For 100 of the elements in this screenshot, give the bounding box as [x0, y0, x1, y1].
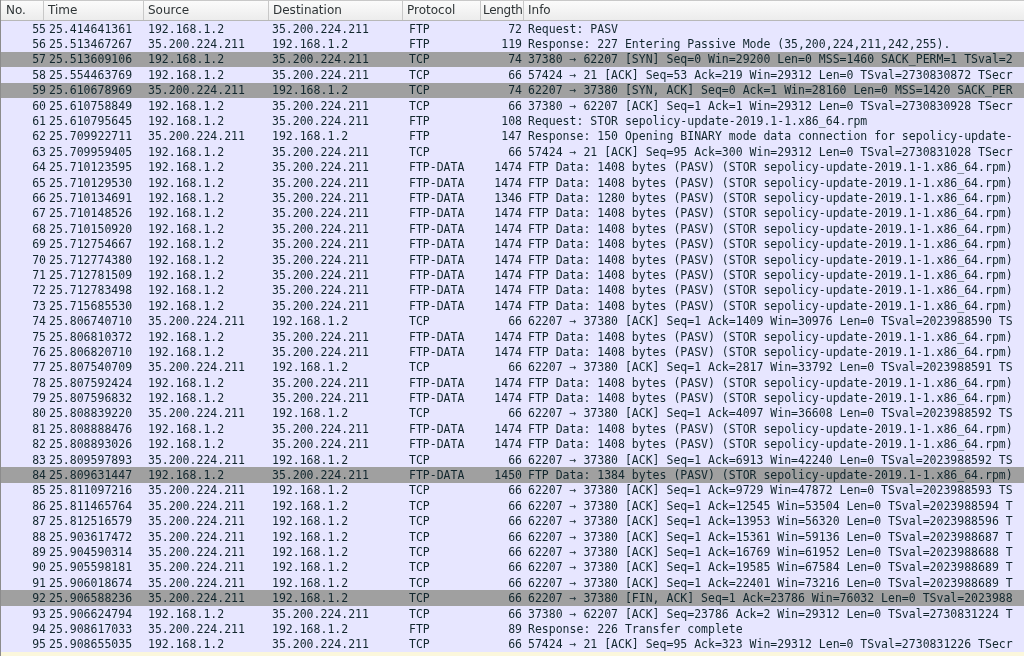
packet-row[interactable]: 91 25.906018674 35.200.224.211 192.168.1.2 TCP 66 62207 → 37380 [ACK] Seq=1 Ack=22401 Win=73216 Len=0 TSval=2023988689 T — [1, 575, 1024, 591]
packet-number: 87 — [32, 514, 46, 529]
packet-length: 74 — [508, 83, 523, 98]
protocol-name: FTP-DATA — [408, 468, 466, 482]
packet-info: 62207 → 37380 [ACK] Seq=1 Ack=4097 Win=36608 Len=0 TSval=2023988592 TS — [527, 406, 1013, 421]
packet-number: 90 — [32, 560, 46, 575]
packet-row[interactable]: 74 25.806740710 35.200.224.211 192.168.1.2 TCP 66 62207 → 37380 [ACK] Seq=1 Ack=1409 Win=30976 Len=0 TSval=2023988590 TS — [1, 313, 1024, 329]
source-address: 35.200.224.211 — [147, 314, 246, 329]
packet-length: 66 — [508, 406, 523, 421]
packet-row[interactable]: 69 25.712754667 192.168.1.2 35.200.224.211 FTP-DATA 1474 FTP Data: 1408 bytes (PASV) (STOR sepolicy-update-2019.1-1.x86_64.rpm) — [1, 236, 1024, 252]
packet-row[interactable]: 84 25.809631447 192.168.1.2 35.200.224.211 FTP-DATA 1450 FTP Data: 1384 bytes (PASV) (STOR sepolicy-update-2019.1-1.x86_64.rpm) — [1, 467, 1024, 483]
timestamp: 25.712781509 — [48, 267, 134, 282]
source-address: 35.200.224.211 — [147, 83, 246, 98]
protocol-name: FTP-DATA — [408, 252, 466, 267]
packet-length: 1474 — [494, 237, 523, 252]
protocol-name: FTP — [408, 114, 431, 129]
packet-number: 93 — [32, 606, 46, 621]
packet-row[interactable]: 61 25.610795645 192.168.1.2 35.200.224.211 FTP 108 Request: STOR sepolicy-update-2019.1-1.x86_64.rpm — [1, 113, 1024, 129]
column-header[interactable]: Info — [524, 1, 1024, 20]
packet-length: 119 — [501, 37, 523, 52]
packet-info: 62207 → 37380 [ACK] Seq=1 Ack=13953 Win=56320 Len=0 TSval=2023988596 T — [527, 514, 1013, 529]
column-header[interactable]: Length — [481, 1, 524, 20]
source-address: 35.200.224.211 — [147, 37, 246, 52]
packet-number: 71 — [32, 267, 46, 282]
packet-row[interactable]: 89 25.904590314 35.200.224.211 192.168.1.2 TCP 66 62207 → 37380 [ACK] Seq=1 Ack=16769 Win=61952 Len=0 TSval=2023988688 T — [1, 544, 1024, 560]
packet-row[interactable]: 73 25.715685530 192.168.1.2 35.200.224.211 FTP-DATA 1474 FTP Data: 1408 bytes (PASV) (STOR sepolicy-update-2019.1-1.x86_64.rpm) — [1, 298, 1024, 314]
column-header[interactable]: Source — [144, 1, 269, 20]
destination-address: 35.200.224.211 — [271, 191, 370, 205]
packet-number: 91 — [32, 575, 46, 590]
column-header[interactable]: No. — [1, 1, 44, 20]
packet-row[interactable]: 58 25.554463769 192.168.1.2 35.200.224.211 TCP 66 57424 → 21 [ACK] Seq=53 Ack=219 Win=29312 Len=0 TSval=2730830872 TSecr — [1, 67, 1024, 83]
timestamp: 25.710148526 — [48, 206, 134, 221]
packet-row[interactable]: 79 25.807596832 192.168.1.2 35.200.224.211 FTP-DATA 1474 FTP Data: 1408 bytes (PASV) (STOR sepolicy-update-2019.1-1.x86_64.rpm) — [1, 390, 1024, 406]
packet-row[interactable]: 68 25.710150920 192.168.1.2 35.200.224.211 FTP-DATA 1474 FTP Data: 1408 bytes (PASV) (STOR sepolicy-update-2019.1-1.x86_64.rpm) — [1, 221, 1024, 237]
packet-row[interactable]: 81 25.808888476 192.168.1.2 35.200.224.211 FTP-DATA 1474 FTP Data: 1408 bytes (PASV) (STOR sepolicy-update-2019.1-1.x86_64.rpm) — [1, 421, 1024, 437]
timestamp: 25.808839220 — [48, 406, 134, 421]
packet-row[interactable]: 92 25.906588236 35.200.224.211 192.168.1.2 TCP 66 62207 → 37380 [FIN, ACK] Seq=1 Ack=23786 Win=76032 Len=0 TSval=2023988 — [1, 590, 1024, 606]
packet-info: 57424 → 21 [ACK] Seq=95 Ack=300 Win=29312 Len=0 TSval=2730831028 TSecr — [527, 144, 1013, 159]
protocol-name: TCP — [408, 67, 431, 82]
timestamp: 25.513467267 — [48, 37, 134, 52]
timestamp: 25.610795645 — [48, 114, 134, 129]
packet-row[interactable]: 94 25.908617033 35.200.224.211 192.168.1.2 FTP 89 Response: 226 Transfer complete — [1, 621, 1024, 637]
destination-address: 35.200.224.211 — [271, 437, 370, 452]
timestamp: 25.908617033 — [48, 621, 134, 636]
source-address: 192.168.1.2 — [147, 67, 226, 82]
source-address: 192.168.1.2 — [147, 344, 226, 359]
packet-row[interactable]: 86 25.811465764 35.200.224.211 192.168.1.2 TCP 66 62207 → 37380 [ACK] Seq=1 Ack=12545 Win=53504 Len=0 TSval=2023988594 T — [1, 498, 1024, 514]
packet-length: 1474 — [494, 206, 523, 221]
protocol-name: TCP — [408, 514, 431, 529]
packet-number: 86 — [32, 498, 46, 513]
packet-row[interactable]: 55 25.414641361 192.168.1.2 35.200.224.211 FTP 72 Request: PASV — [1, 21, 1024, 37]
packet-row[interactable]: 56 25.513467267 35.200.224.211 192.168.1.2 FTP 119 Response: 227 Entering Passive Mode (35,200,224,211,242,255). — [1, 36, 1024, 52]
packet-info: FTP Data: 1408 bytes (PASV) (STOR sepolicy-update-2019.1-1.x86_64.rpm) — [527, 252, 1013, 267]
column-header[interactable]: Time — [44, 1, 144, 20]
destination-address: 192.168.1.2 — [271, 544, 350, 559]
column-header[interactable]: Protocol — [403, 1, 481, 20]
packet-info: 62207 → 37380 [ACK] Seq=1 Ack=1409 Win=30976 Len=0 TSval=2023988590 TS — [527, 314, 1013, 329]
protocol-name: TCP — [408, 637, 431, 652]
source-address: 192.168.1.2 — [147, 267, 226, 282]
packet-info: Response: 227 Entering Passive Mode (35,200,224,211,242,255). — [527, 37, 951, 52]
packet-number: 70 — [32, 252, 46, 267]
packet-number: 88 — [32, 529, 46, 544]
protocol-name: FTP-DATA — [408, 283, 466, 298]
packet-length: 66 — [508, 637, 523, 652]
timestamp: 25.610678969 — [48, 83, 134, 98]
destination-address: 192.168.1.2 — [271, 514, 350, 529]
timestamp: 25.811097216 — [48, 483, 134, 498]
packet-row[interactable]: 71 25.712781509 192.168.1.2 35.200.224.211 FTP-DATA 1474 FTP Data: 1408 bytes (PASV) (STOR sepolicy-update-2019.1-1.x86_64.rpm) — [1, 267, 1024, 283]
packet-number: 58 — [32, 67, 46, 82]
protocol-name: FTP — [408, 21, 431, 36]
packet-row[interactable]: 66 25.710134691 192.168.1.2 35.200.224.211 FTP-DATA 1346 FTP Data: 1280 bytes (PASV) (STOR sepolicy-update-2019.1-1.x86_64.rpm) — [1, 190, 1024, 206]
packet-length: 66 — [508, 314, 523, 329]
packet-number: 68 — [32, 221, 46, 236]
protocol-name: TCP — [408, 52, 431, 67]
packet-info: FTP Data: 1408 bytes (PASV) (STOR sepolicy-update-2019.1-1.x86_64.rpm) — [527, 391, 1013, 406]
source-address: 192.168.1.2 — [147, 52, 226, 67]
packet-row[interactable]: 63 25.709959405 192.168.1.2 35.200.224.211 TCP 66 57424 → 21 [ACK] Seq=95 Ack=300 Win=29312 Len=0 TSval=2730831028 TSecr — [1, 144, 1024, 160]
destination-address: 192.168.1.2 — [271, 406, 350, 421]
packet-number: 78 — [32, 375, 46, 390]
timestamp: 25.712754667 — [48, 237, 134, 252]
packet-number: 80 — [32, 406, 46, 421]
protocol-name: TCP — [408, 544, 431, 559]
source-address: 192.168.1.2 — [147, 21, 226, 36]
timestamp: 25.806740710 — [48, 314, 134, 329]
destination-address: 35.200.224.211 — [271, 283, 370, 298]
timestamp: 25.906588236 — [48, 591, 134, 606]
packet-length: 1474 — [494, 252, 523, 267]
packet-info: FTP Data: 1408 bytes (PASV) (STOR sepolicy-update-2019.1-1.x86_64.rpm) — [527, 437, 1013, 452]
packet-length: 108 — [501, 114, 523, 129]
packet-row[interactable]: 76 25.806820710 192.168.1.2 35.200.224.211 FTP-DATA 1474 FTP Data: 1408 bytes (PASV) (STOR sepolicy-update-2019.1-1.x86_64.rpm) — [1, 344, 1024, 360]
source-address: 192.168.1.2 — [147, 206, 226, 221]
packet-length: 1474 — [494, 283, 523, 298]
packet-length: 72 — [508, 21, 523, 36]
destination-address: 35.200.224.211 — [271, 21, 370, 36]
packet-info: 62207 → 37380 [ACK] Seq=1 Ack=12545 Win=53504 Len=0 TSval=2023988594 T — [527, 498, 1013, 513]
source-address: 192.168.1.2 — [147, 191, 226, 205]
column-header[interactable]: Destination — [269, 1, 403, 20]
packet-number: 69 — [32, 237, 46, 252]
packet-length: 89 — [508, 621, 523, 636]
destination-address: 35.200.224.211 — [271, 144, 370, 159]
